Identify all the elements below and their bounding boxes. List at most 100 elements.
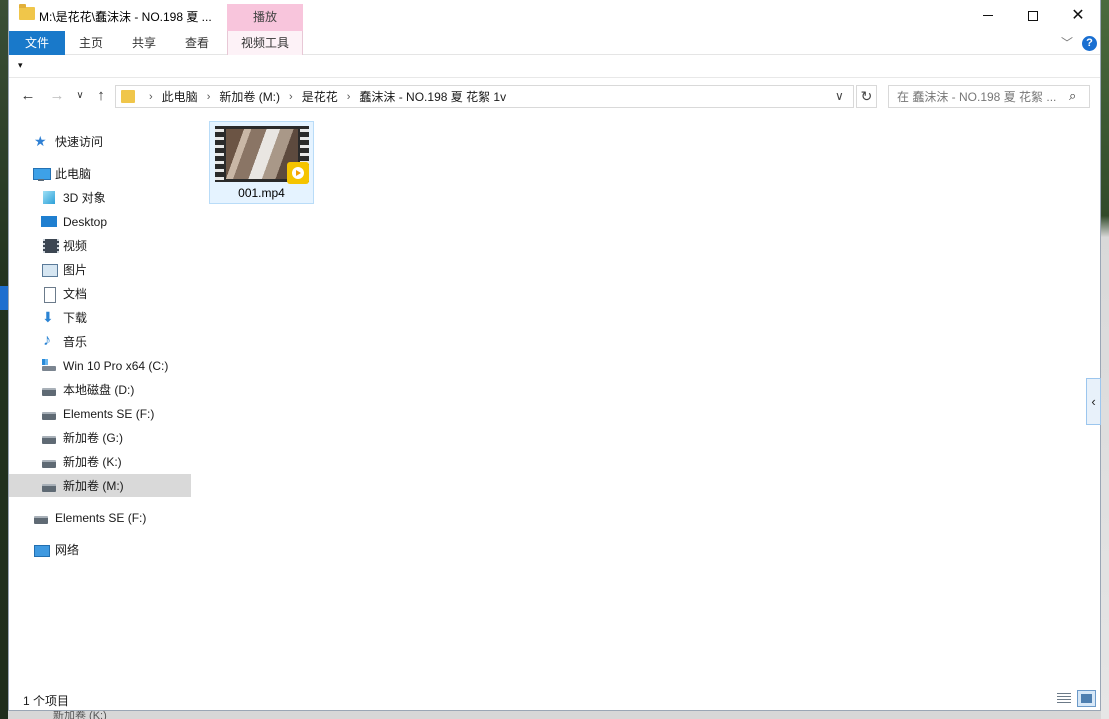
drive-icon [41,454,57,470]
nav-3d-objects[interactable]: 3D 对象 [9,186,191,209]
close-button[interactable]: ✕ [1055,0,1101,31]
nav-label: 本地磁盘 (D:) [63,383,135,397]
tab-file[interactable]: 文件 [9,31,65,55]
up-arrow-icon[interactable]: ↑ [91,86,111,106]
address-dropdown-chevron-icon[interactable]: ∨ [835,89,844,103]
refresh-button[interactable]: ↻ [856,85,877,108]
drive-icon [41,382,57,398]
desktop-icon [41,214,57,230]
nav-quick-access[interactable]: 快速访问 [9,130,191,153]
customize-toolbar-icon[interactable]: ▾ [18,60,23,71]
nav-drive-c[interactable]: Win 10 Pro x64 (C:) [9,354,191,377]
nav-label: Elements SE (F:) [63,406,155,421]
nav-label: 网络 [55,543,80,557]
large-icons-view-icon[interactable] [1077,690,1096,707]
nav-label: 文档 [63,287,88,301]
drive-icon [41,430,57,446]
nav-drive-d[interactable]: 本地磁盘 (D:) [9,378,191,401]
nav-videos[interactable]: 视频 [9,234,191,257]
player-badge-icon [287,162,309,184]
nav-label: 新加卷 (K:) [63,455,122,469]
nav-label: Elements SE (F:) [55,510,147,525]
breadcrumb-folder[interactable]: 是花花 [302,88,338,105]
breadcrumb: › 此电脑 › 新加卷 (M:) › 是花花 › 蠢沫沫 - NO.198 夏 … [140,86,506,107]
close-icon: ✕ [1071,6,1085,24]
nav-pictures[interactable]: 图片 [9,258,191,281]
file-list[interactable]: 001.mp4 [193,112,1102,684]
breadcrumb-current-folder[interactable]: 蠢沫沫 - NO.198 夏 花絮 1v [359,88,506,105]
tab-video-tools[interactable]: 视频工具 [227,31,303,55]
file-explorer-window: M:\是花花\蠢沫沫 - NO.198 夏 ... 播放 ✕ 文件 主页 共享 … [8,0,1101,711]
breadcrumb-this-pc[interactable]: 此电脑 [162,88,198,105]
nav-external-drive-f[interactable]: Elements SE (F:) [9,506,191,529]
nav-music[interactable]: 音乐 [9,330,191,353]
tab-view[interactable]: 查看 [171,31,223,55]
breadcrumb-drive-m[interactable]: 新加卷 (M:) [219,88,280,105]
search-icon[interactable]: ⌕ [1069,88,1076,104]
file-item[interactable]: 001.mp4 [209,121,314,204]
folder-icon [121,90,135,103]
nav-drive-k[interactable]: 新加卷 (K:) [9,450,191,473]
details-view-icon[interactable] [1056,691,1072,706]
nav-label: 快速访问 [55,135,104,149]
drive-icon [33,510,49,526]
chevron-right-icon[interactable]: › [289,91,293,103]
expand-ribbon-chevron-icon[interactable]: ﹀ [1061,34,1073,51]
drive-icon [41,406,57,422]
nav-this-pc[interactable]: 此电脑 [9,162,191,185]
nav-label: 下载 [63,311,88,325]
downloads-icon [41,309,57,326]
play-icon [292,167,304,179]
drive-icon [41,478,57,494]
desktop-icon-fragment [0,286,8,310]
network-icon [33,542,50,558]
chevron-right-icon[interactable]: › [207,91,211,103]
nav-documents[interactable]: 文档 [9,282,191,305]
nav-drive-g[interactable]: 新加卷 (G:) [9,426,191,449]
nav-drive-m[interactable]: 新加卷 (M:) [9,474,191,497]
search-input[interactable] [889,86,1067,107]
search-box[interactable]: ⌕ [888,85,1090,108]
chevron-right-icon[interactable]: › [149,91,153,103]
recent-locations-chevron-icon[interactable]: ∨ [73,86,87,106]
nav-drive-f[interactable]: Elements SE (F:) [9,402,191,425]
star-icon [33,133,49,150]
address-bar[interactable]: › 此电脑 › 新加卷 (M:) › 是花花 › 蠢沫沫 - NO.198 夏 … [115,85,854,108]
navigation-bar: ← → ∨ ↑ › 此电脑 › 新加卷 (M:) › 是花花 › 蠢沫沫 - N… [9,80,1100,112]
nav-label: 此电脑 [55,167,92,181]
videos-icon [41,238,59,254]
window-title: M:\是花花\蠢沫沫 - NO.198 夏 ... [39,10,212,24]
ribbon-tabs: 文件 主页 共享 查看 视频工具 ﹀ ? [9,31,1100,55]
chevron-right-icon[interactable]: › [347,91,351,103]
documents-icon [41,286,57,303]
nav-desktop[interactable]: Desktop [9,210,191,233]
back-arrow-icon[interactable]: ← [18,86,38,106]
forward-arrow-icon[interactable]: → [47,86,67,106]
nav-label: 3D 对象 [63,191,106,205]
tab-share[interactable]: 共享 [117,31,171,55]
file-name[interactable]: 001.mp4 [210,186,313,200]
tab-home[interactable]: 主页 [65,31,117,55]
maximize-icon [1028,10,1038,21]
help-icon[interactable]: ? [1082,36,1097,51]
minimize-button[interactable] [965,0,1011,31]
nav-label: Desktop [63,214,108,229]
pictures-icon [41,262,58,278]
item-count: 1 个项目 [23,694,70,708]
desktop-background-left [0,0,8,719]
minimize-icon [983,15,993,16]
desktop-background-right [1101,0,1109,719]
music-icon [41,332,57,350]
nav-network[interactable]: 网络 [9,538,191,561]
nav-label: Win 10 Pro x64 (C:) [63,358,169,373]
folder-icon [19,4,35,20]
nav-label: 新加卷 (G:) [63,431,123,445]
3d-objects-icon [41,190,57,206]
maximize-button[interactable] [1010,0,1056,31]
computer-icon [33,166,51,182]
refresh-icon: ↻ [860,88,873,104]
preview-pane-toggle-chevron-left-icon[interactable]: ‹ [1086,378,1101,425]
nav-downloads[interactable]: 下载 [9,306,191,329]
title-bar[interactable]: M:\是花花\蠢沫沫 - NO.198 夏 ... 播放 ✕ [9,0,1100,31]
nav-label: 视频 [63,239,88,253]
